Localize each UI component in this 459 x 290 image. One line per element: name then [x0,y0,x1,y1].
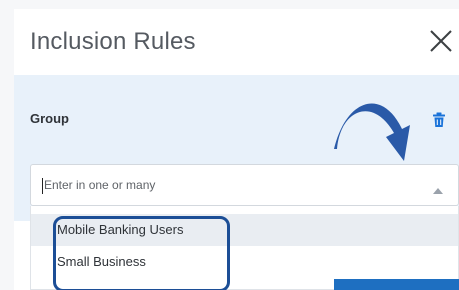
screenshot-stage: Inclusion Rules Group Enter in one or ma… [0,0,459,290]
dropdown-toggle[interactable] [432,182,444,194]
group-label: Group [30,111,69,126]
dialog-title: Inclusion Rules [30,28,196,55]
primary-button-edge[interactable] [334,279,459,290]
chevron-up-icon [433,188,443,194]
group-search-input[interactable]: Enter in one or many [30,164,459,206]
close-icon [430,30,452,52]
delete-group-button[interactable] [432,112,446,128]
inclusion-rules-dialog: Inclusion Rules Group Enter in one or ma… [14,9,459,290]
close-button[interactable] [427,27,455,55]
input-placeholder: Enter in one or many [44,178,156,192]
curved-arrow-icon [334,103,410,161]
text-caret [42,178,43,194]
trash-icon [433,112,445,127]
dialog-header: Inclusion Rules [14,9,459,75]
annotation-highlight-box [53,216,230,290]
